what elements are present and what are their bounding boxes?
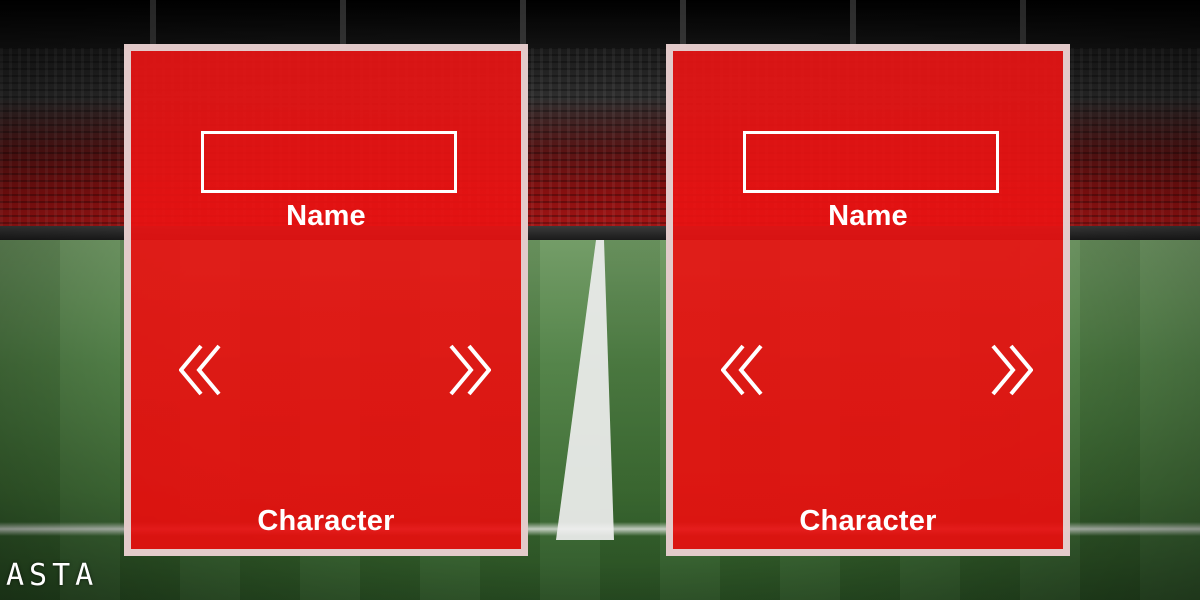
player-two-name-input[interactable] <box>743 131 999 193</box>
player-one-name-input[interactable] <box>201 131 457 193</box>
player-two-name-label: Name <box>828 200 908 232</box>
player-one-name-label: Name <box>286 200 366 232</box>
double-chevron-right-icon <box>449 344 491 396</box>
stadium-roof <box>0 0 1200 48</box>
double-chevron-left-icon <box>721 344 763 396</box>
asta-logo: ASTA <box>6 558 99 593</box>
player-one-panel: Name Character <box>124 44 528 556</box>
player-two-prev-character-button[interactable] <box>721 343 775 397</box>
player-one-next-character-button[interactable] <box>437 343 491 397</box>
player-two-character-label: Character <box>799 505 937 537</box>
player-two-panel: Name Character <box>666 44 1070 556</box>
player-one-character-label: Character <box>257 505 395 537</box>
player-two-next-character-button[interactable] <box>979 343 1033 397</box>
double-chevron-left-icon <box>179 344 221 396</box>
double-chevron-right-icon <box>991 344 1033 396</box>
character-select-screen: Name Character Name Character ASTA <box>0 0 1200 600</box>
player-one-prev-character-button[interactable] <box>179 343 233 397</box>
